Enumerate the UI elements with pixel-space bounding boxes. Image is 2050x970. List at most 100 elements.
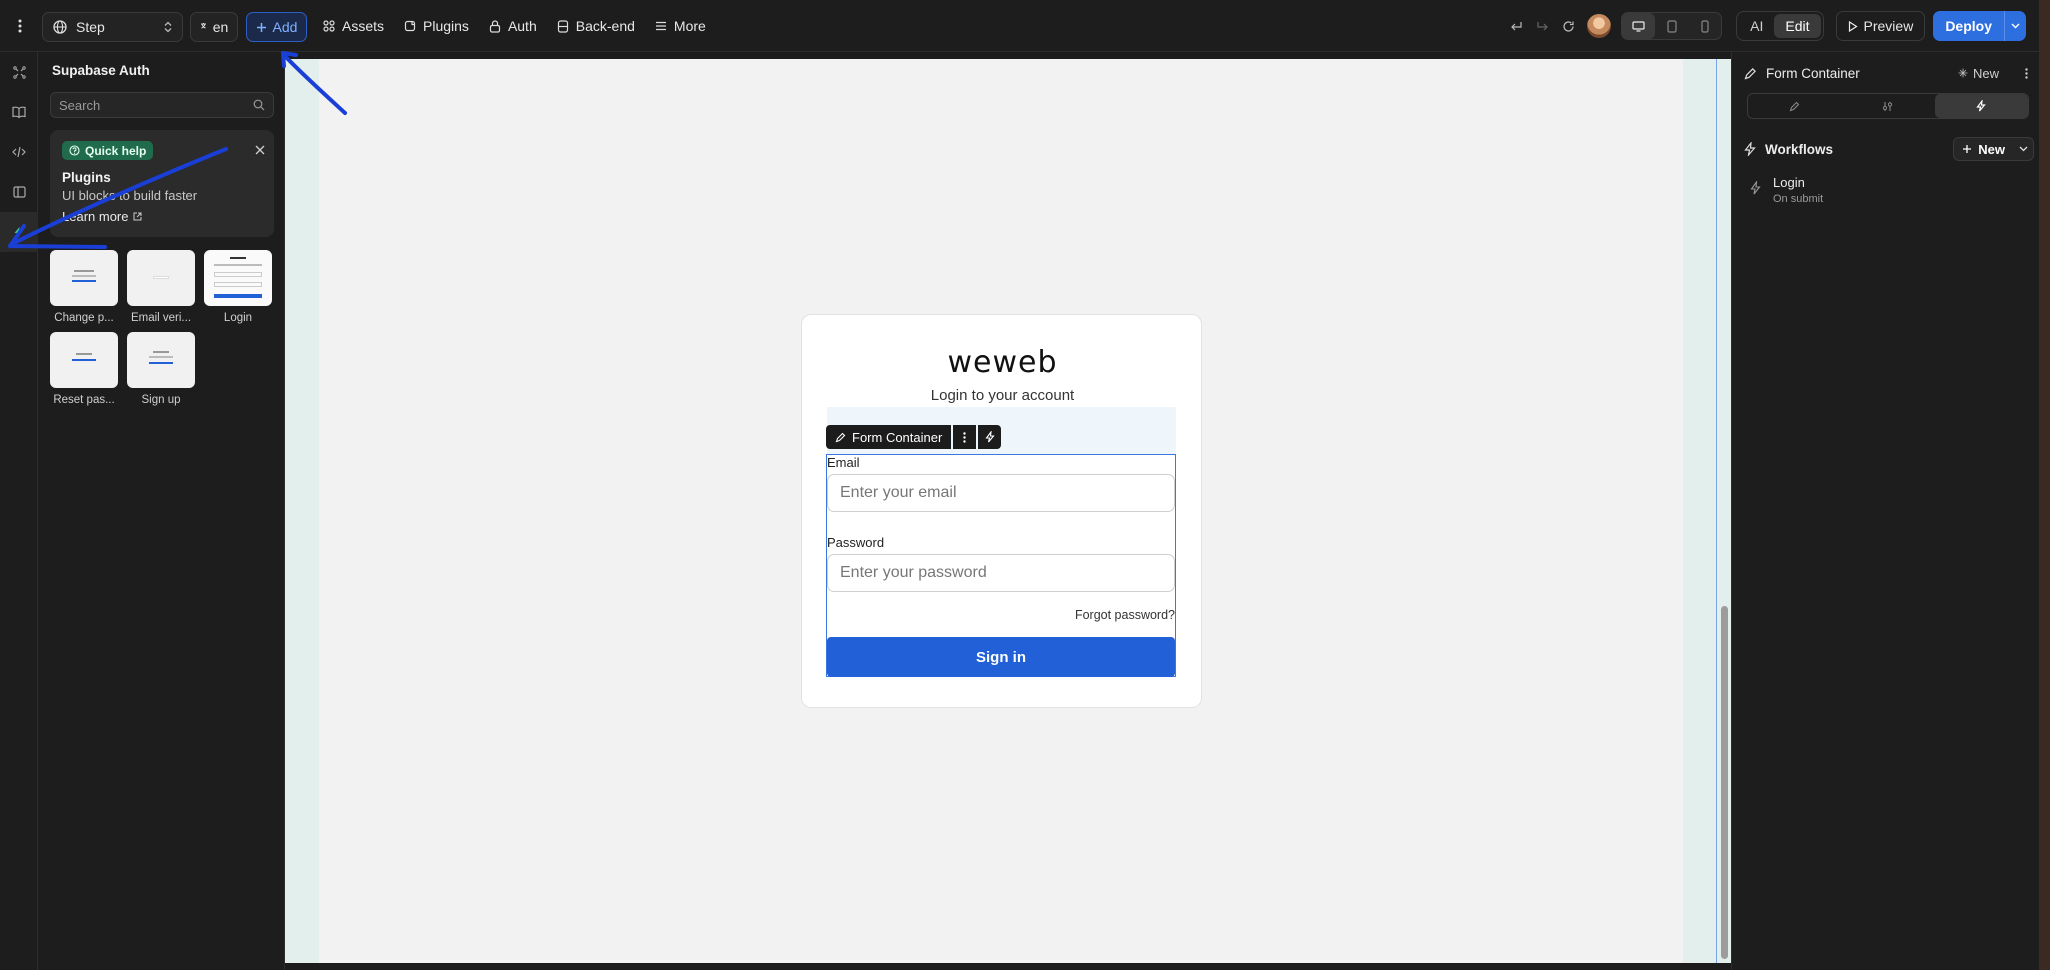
add-button[interactable]: Add [246,12,307,42]
lightning-icon [1750,181,1761,195]
tablet-view-button[interactable] [1655,13,1688,39]
edit-mode-button[interactable]: Edit [1774,14,1821,38]
sidebar-icon [12,186,26,198]
properties-panel: Form Container New Workflows New Login O… [1731,52,2039,970]
tab-settings[interactable] [1841,94,1934,118]
nav-more[interactable]: More [646,10,715,42]
workflow-trigger: On submit [1773,193,1824,205]
form-container-tag-label: Form Container [852,429,943,445]
learn-more-link[interactable]: Learn more [62,209,142,224]
block-thumbnail [127,332,195,388]
block-reset-password[interactable]: Reset pas... [50,332,118,406]
new-workflow-label: New [1978,141,2005,157]
mobile-icon [1701,19,1709,33]
nav-backend[interactable]: Back-end [548,10,644,42]
desktop-view-button[interactable] [1622,13,1656,39]
mode-switcher: AI Edit [1736,11,1824,41]
block-email-verification[interactable]: Email veri... [127,250,195,324]
plus-icon [1963,145,1972,153]
new-element-button[interactable]: New [1958,66,1999,81]
desktop-icon [1632,20,1645,32]
kebab-icon [18,19,22,33]
sliders-icon [1882,101,1893,111]
sign-in-button[interactable]: Sign in [827,637,1175,677]
forgot-password-link[interactable]: Forgot password? [1075,608,1175,622]
form-container-tag[interactable]: Form Container [826,425,952,449]
refresh-icon [1563,20,1574,32]
chevron-down-icon [2011,23,2020,29]
block-login[interactable]: Login [204,250,272,324]
new-workflow-button[interactable]: New [1953,137,2034,161]
redo-button[interactable] [1529,12,1555,40]
language-button[interactable]: en [190,12,238,42]
search-box [50,92,274,118]
nav-plugins[interactable]: Plugins [395,10,478,42]
lightning-icon [1744,142,1756,156]
login-card[interactable]: weweb Login to your account Form Contain… [801,314,1202,708]
email-field-wrapper [827,474,1175,512]
external-link-icon [133,212,142,221]
rail-panel-button[interactable] [0,172,38,212]
element-workflow-button[interactable] [978,425,1002,449]
layers-icon [12,65,26,79]
window-edge [2039,0,2050,970]
lightning-icon [1976,100,1987,112]
properties-options-button[interactable] [2018,67,2034,79]
add-label: Add [272,19,298,35]
block-grid: Change p... Email veri... Login Reset pa… [50,250,280,406]
new-workflow-dropdown[interactable] [2013,146,2033,152]
block-sign-up[interactable]: Sign up [127,332,195,406]
workflow-item[interactable]: Login On submit [1750,175,1823,205]
ai-mode-button[interactable]: AI [1739,14,1774,38]
element-options-button[interactable] [953,425,977,449]
search-input[interactable] [59,97,253,113]
email-input[interactable] [840,484,1162,502]
nav-auth[interactable]: Auth [480,10,546,42]
main-menu-button[interactable] [6,12,34,40]
kebab-icon [963,431,967,443]
left-rail [0,52,38,970]
quick-help-card: Quick help Plugins UI blocks to build fa… [50,130,274,237]
quick-help-heading: Plugins [62,170,111,185]
new-workflow-main[interactable]: New [1954,142,2013,157]
rail-plugins-button[interactable] [0,212,38,252]
nav-more-label: More [673,18,706,34]
page-selector-label: Step [76,19,105,35]
supabase-icon [14,227,23,237]
close-quick-help-button[interactable] [255,142,265,160]
refresh-button[interactable] [1555,12,1581,40]
menu-icon [655,21,666,31]
undo-button[interactable] [1503,12,1529,40]
canvas-scrollbar[interactable] [1721,606,1728,959]
book-icon [12,106,26,118]
nav-assets[interactable]: Assets [314,10,393,42]
block-label: Change p... [54,312,114,324]
preview-button[interactable]: Preview [1835,11,1926,41]
tab-workflows[interactable] [1934,94,2028,118]
page-selector[interactable]: Step [42,12,183,42]
quick-help-badge-label: Quick help [85,143,147,158]
block-label: Sign up [141,394,181,406]
workflow-name: Login [1773,175,1805,190]
translate-icon [200,23,206,29]
help-circle-icon [69,145,80,156]
block-label: Email veri... [130,312,192,324]
password-input[interactable] [840,564,1162,582]
deploy-label: Deploy [1945,18,1992,34]
form-container[interactable]: Email Password Forgot password? Sign in [826,454,1176,677]
nav-plugins-label: Plugins [423,18,469,34]
block-change-password[interactable]: Change p... [50,250,118,324]
deploy-button[interactable]: Deploy [1933,11,2026,41]
tab-style[interactable] [1748,94,1841,118]
block-label: Login [223,312,253,324]
preview-label: Preview [1863,18,1914,34]
rail-code-button[interactable] [0,132,38,172]
pencil-icon [835,432,846,442]
undo-icon [1510,21,1522,30]
rail-docs-button[interactable] [0,92,38,132]
mobile-view-button[interactable] [1688,13,1721,39]
deploy-dropdown-button[interactable] [2004,11,2026,41]
plugin-icon [404,20,416,32]
user-avatar[interactable] [1587,14,1612,38]
rail-layers-button[interactable] [0,52,38,92]
